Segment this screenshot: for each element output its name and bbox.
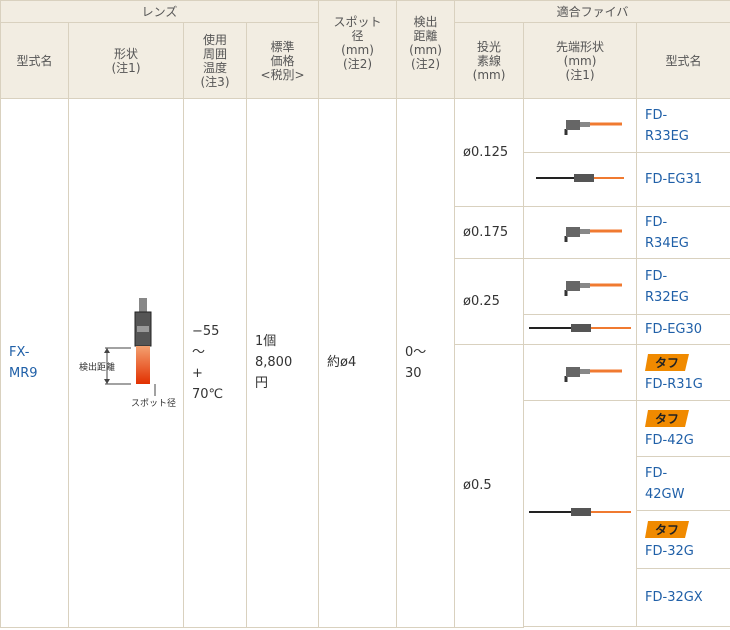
lens-price: 1個 8,800 円	[245, 98, 320, 628]
fiber-tip-image	[523, 400, 638, 627]
spot-header: スポット 径 (mm) (注2)	[318, 0, 398, 99]
lens-group-header: レンズ	[0, 0, 320, 23]
fiber-model-fd-r32eg[interactable]: FD- R32EG	[636, 258, 730, 315]
lens-spot: 約ø4	[318, 98, 398, 628]
price-header: 標準 価格 <税別>	[245, 22, 320, 99]
svg-text:タフ: タフ	[655, 356, 679, 370]
tough-badge-icon: タフ	[645, 409, 691, 428]
svg-text:タフ: タフ	[655, 412, 679, 426]
shape-header: 形状 (注1)	[68, 22, 184, 99]
core-header: 投光 素線 (mm)	[454, 22, 525, 99]
fiber-tip-image	[523, 344, 638, 401]
distance-label: 検出距離	[79, 361, 115, 373]
fiber-tip-image	[523, 314, 638, 345]
tip-shape-header: 先端形状 (mm) (注1)	[523, 22, 638, 99]
fiber-model-fd-32gx[interactable]: FD-32GX	[636, 568, 730, 627]
fiber-model-fd-32g[interactable]: タフ FD-32G	[636, 510, 730, 569]
core-025: ø0.25	[454, 258, 525, 345]
fiber-model-fd-r33eg[interactable]: FD- R33EG	[636, 98, 730, 153]
fiber-model-fd-r34eg[interactable]: FD- R34EG	[636, 206, 730, 259]
fiber-model-fd-42gw[interactable]: FD- 42GW	[636, 456, 730, 511]
fiber-model-fd-42g[interactable]: タフ FD-42G	[636, 400, 730, 457]
fiber-tip-image	[523, 152, 638, 207]
fiber-model-fd-r31g[interactable]: タフ FD-R31G	[636, 344, 730, 401]
lens-model[interactable]: FX- MR9	[0, 98, 69, 628]
lens-temp: −55 〜 + 70℃	[183, 98, 247, 628]
core-05: ø0.5	[454, 344, 525, 628]
fiber-model-header: 型式名	[636, 22, 730, 99]
core-0125: ø0.125	[454, 98, 525, 207]
spec-table: レンズ スポット 径 (mm) (注2) 検出 距離 (mm) (注2) 適合フ…	[0, 0, 730, 628]
fiber-tip-image	[523, 98, 638, 153]
fiber-model-fd-eg30[interactable]: FD-EG30	[636, 314, 730, 345]
lens-diagram-svg: 検出距離 スポット径	[79, 297, 176, 409]
fiber-model-fd-eg31[interactable]: FD-EG31	[636, 152, 730, 207]
spot-label: スポット径	[131, 397, 176, 409]
core-0175: ø0.175	[454, 206, 525, 259]
tough-badge-icon: タフ	[645, 520, 691, 539]
lens-model-header: 型式名	[0, 22, 69, 99]
lens-shape-diagram: 検出距離 スポット径	[68, 98, 184, 628]
svg-text:タフ: タフ	[655, 523, 679, 537]
fiber-group-header: 適合ファイバ	[454, 0, 730, 23]
temp-header: 使用 周囲 温度 (注3)	[183, 22, 247, 99]
fiber-tip-image	[523, 206, 638, 259]
distance-header: 検出 距離 (mm) (注2)	[396, 0, 456, 99]
fiber-tip-image	[523, 258, 638, 315]
tough-badge-icon: タフ	[645, 353, 691, 372]
lens-distance: 0〜 30	[396, 98, 456, 628]
